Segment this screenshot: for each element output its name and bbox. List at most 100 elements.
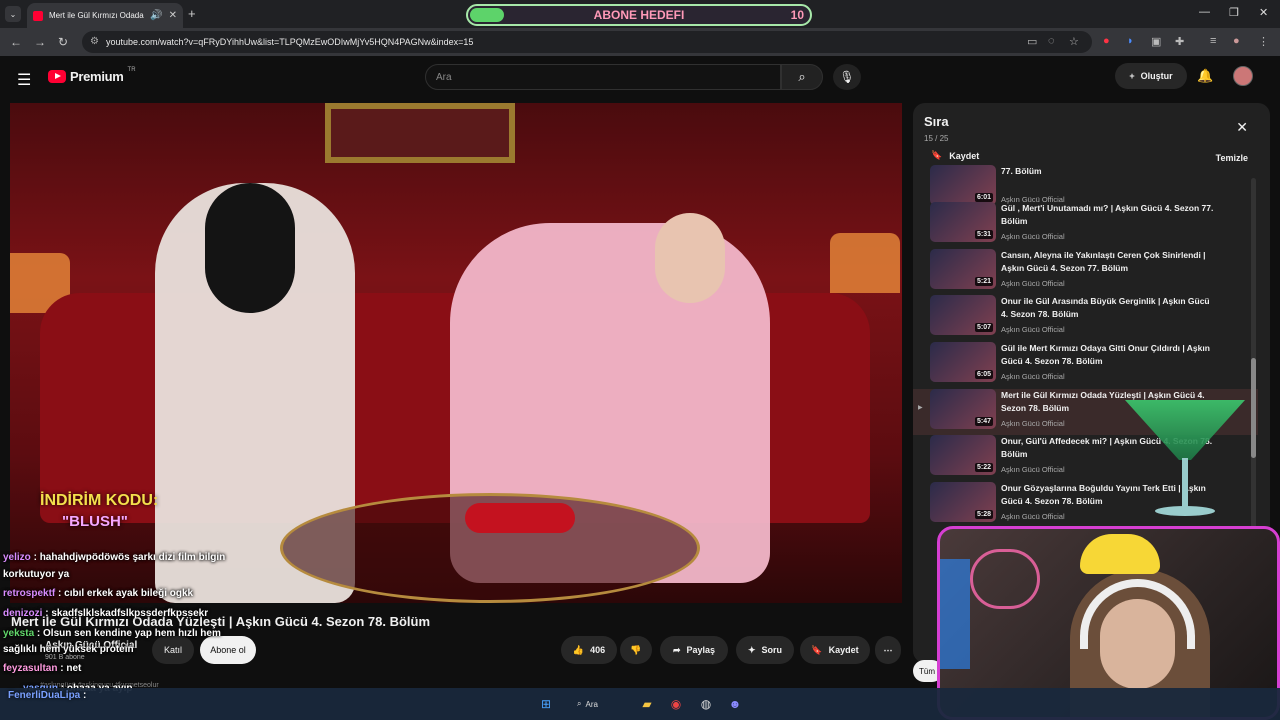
queue-item-title: Onur ile Gül Arasında Büyük Gerginlik | …	[1001, 296, 1210, 319]
windows-start-icon[interactable]: ⊞	[536, 694, 556, 714]
logo-text: Premium	[70, 69, 124, 84]
create-button[interactable]: + Oluştur	[1115, 63, 1187, 89]
chrome-icon[interactable]: ◉	[666, 694, 686, 714]
queue-thumbnail: 5:47	[930, 389, 996, 429]
subscribe-button[interactable]: Abone ol	[200, 636, 256, 664]
menu-dots-icon[interactable]: ⋮	[1258, 35, 1269, 48]
chat-message: denizozi : skadfslklskadfslkpssderfkpsse…	[3, 608, 209, 619]
more-dots-icon: ⋯	[883, 644, 893, 655]
puzzle-icon[interactable]: ✚	[1175, 35, 1184, 48]
extension-icon[interactable]: ▣	[1151, 35, 1161, 48]
back-icon[interactable]: ←	[10, 35, 22, 49]
video-player[interactable]	[10, 103, 902, 603]
hamburger-menu-icon[interactable]: ☰	[17, 70, 31, 90]
queue-item[interactable]: 5:07 Onur ile Gül Arasında Büyük Gerginli…	[913, 295, 1258, 341]
cast-icon[interactable]: ▭	[1027, 35, 1037, 48]
youtube-favicon-icon	[33, 10, 43, 21]
glass-stem	[1182, 458, 1188, 508]
reading-list-icon[interactable]: ≡	[1210, 35, 1216, 47]
windows-taskbar: FenerliDuaLipa : ⊞ ⌕ Ara ▰ ◉ ◍ ☻	[0, 688, 1280, 720]
duration-badge: 5:47	[974, 417, 993, 426]
youtube-logo[interactable]: Premium TR	[48, 66, 136, 84]
man-head	[655, 213, 725, 303]
queue-clear-button[interactable]: Temizle	[1216, 153, 1248, 163]
chat-text: Olsun sen kendine yap hem hızlı hem	[43, 628, 221, 639]
like-button[interactable]: 👍 406	[561, 636, 617, 664]
join-button[interactable]: Katıl	[152, 636, 194, 664]
restore-icon[interactable]: ❐	[1229, 6, 1239, 19]
duration-badge: 5:28	[974, 510, 993, 519]
taskbar-search[interactable]: ⌕ Ara	[577, 696, 619, 712]
like-count: 406	[590, 645, 606, 655]
voice-search-button[interactable]: 🎙	[833, 64, 861, 90]
promo-code-line2: "BLUSH"	[62, 513, 128, 530]
notifications-bell-icon[interactable]: 🔔	[1197, 68, 1213, 84]
queue-item-title: Gül , Mert'i Unutamadı mı? | Aşkın Gücü …	[1001, 203, 1214, 226]
subscriber-goal-widget: ABONE HEDEFI 10	[466, 4, 812, 26]
queue-item[interactable]: 5:31 Gül , Mert'i Unutamadı mı? | Aşkın G…	[913, 202, 1258, 248]
queue-thumbnail: 5:31	[930, 202, 996, 242]
extension-blue-icon[interactable]: ◗	[1127, 35, 1134, 47]
chat-user: denizozi	[3, 608, 43, 619]
share-button[interactable]: ➦ Paylaş	[660, 636, 728, 664]
tab-list-button[interactable]: ⌄	[5, 6, 21, 22]
queue-item[interactable]: 6:05 Gül ile Mert Kırmızı Odaya Gitti Onu…	[913, 342, 1258, 388]
reload-icon[interactable]: ↻	[58, 35, 68, 49]
save-label: Kaydet	[828, 645, 859, 655]
url-text: youtube.com/watch?v=qFRyDYihhUw&list=TLP…	[106, 37, 474, 47]
chat-text: korkutuyor ya	[3, 569, 70, 580]
dislike-button[interactable]: 👎	[620, 636, 652, 664]
search-input[interactable]: Ara	[425, 64, 781, 90]
plush-toy	[1080, 534, 1160, 574]
duration-badge: 5:31	[974, 230, 993, 239]
chat-message: retrospektf : cıbıl erkek ayak bileği og…	[3, 588, 194, 599]
goal-count: 10	[790, 8, 804, 22]
subscriber-count: 901 B abone	[45, 654, 85, 661]
queue-item-channel: Aşkın Gücü Official	[1001, 465, 1065, 474]
site-info-icon[interactable]: ⚙	[90, 36, 99, 47]
region-code: TR	[127, 66, 136, 73]
close-tab-icon[interactable]: ✕	[169, 10, 177, 21]
chat-message: yeksta : Olsun sen kendine yap hem hızlı…	[3, 628, 221, 639]
url-field[interactable]: ⚙ youtube.com/watch?v=qFRyDYihhUw&list=T…	[82, 31, 1092, 53]
queue-thumbnail: 5:22	[930, 435, 996, 475]
more-actions-button[interactable]: ⋯	[875, 636, 901, 664]
queue-item-channel: Aşkın Gücü Official	[1001, 372, 1065, 381]
new-tab-button[interactable]: +	[188, 6, 196, 21]
speaker-icon[interactable]: 🔊	[150, 10, 162, 21]
obs-icon[interactable]: ◍	[696, 694, 716, 714]
browser-tab[interactable]: Mert ile Gül Kırmızı Odada 🔊 ✕	[27, 3, 183, 28]
queue-save-label: Kaydet	[949, 150, 980, 161]
share-label: Paylaş	[686, 645, 716, 655]
bookmark-star-icon[interactable]: ☆	[1069, 35, 1079, 48]
browser-tab-bar: ⌄ Mert ile Gül Kırmızı Odada 🔊 ✕ + ABONE…	[0, 0, 1280, 28]
painting-frame	[325, 103, 515, 163]
webcam-light	[940, 559, 970, 669]
cocktail-overlay	[1125, 400, 1245, 525]
queue-item-channel: Aşkın Gücü Official	[1001, 512, 1065, 521]
youtube-play-icon	[48, 70, 66, 83]
forward-icon[interactable]: →	[34, 35, 46, 49]
close-window-icon[interactable]: ✕	[1259, 6, 1268, 19]
queue-save-button[interactable]: 🔖 Kaydet	[931, 150, 979, 161]
taskbar-search-label: Ara	[585, 699, 598, 709]
scrollbar-thumb[interactable]	[1251, 358, 1256, 458]
queue-thumbnail: 5:28	[930, 482, 996, 522]
profile-icon[interactable]: ●	[1233, 35, 1240, 47]
save-button[interactable]: 🔖 Kaydet	[800, 636, 870, 664]
chat-user: feyzasultan	[3, 663, 58, 674]
avatar[interactable]	[1233, 66, 1253, 86]
chat-user: yeksta	[3, 628, 35, 639]
file-explorer-icon[interactable]: ▰	[637, 694, 657, 714]
minimize-icon[interactable]: —	[1199, 6, 1210, 18]
close-icon[interactable]: ✕	[1236, 119, 1248, 136]
chat-message: FenerliDuaLipa :	[8, 690, 87, 701]
ask-button[interactable]: ✦ Soru	[736, 636, 794, 664]
bookmark-icon: 🔖	[931, 150, 943, 160]
extension-red-icon[interactable]: ●	[1103, 35, 1110, 47]
queue-thumbnail: 5:07	[930, 295, 996, 335]
discord-icon[interactable]: ☻	[725, 694, 745, 714]
eye-off-icon[interactable]: ◌	[1048, 35, 1055, 47]
queue-item[interactable]: 5:21 Cansın, Aleyna ile Yakınlaştı Ceren …	[913, 249, 1258, 295]
search-button[interactable]: ⌕	[781, 64, 823, 90]
